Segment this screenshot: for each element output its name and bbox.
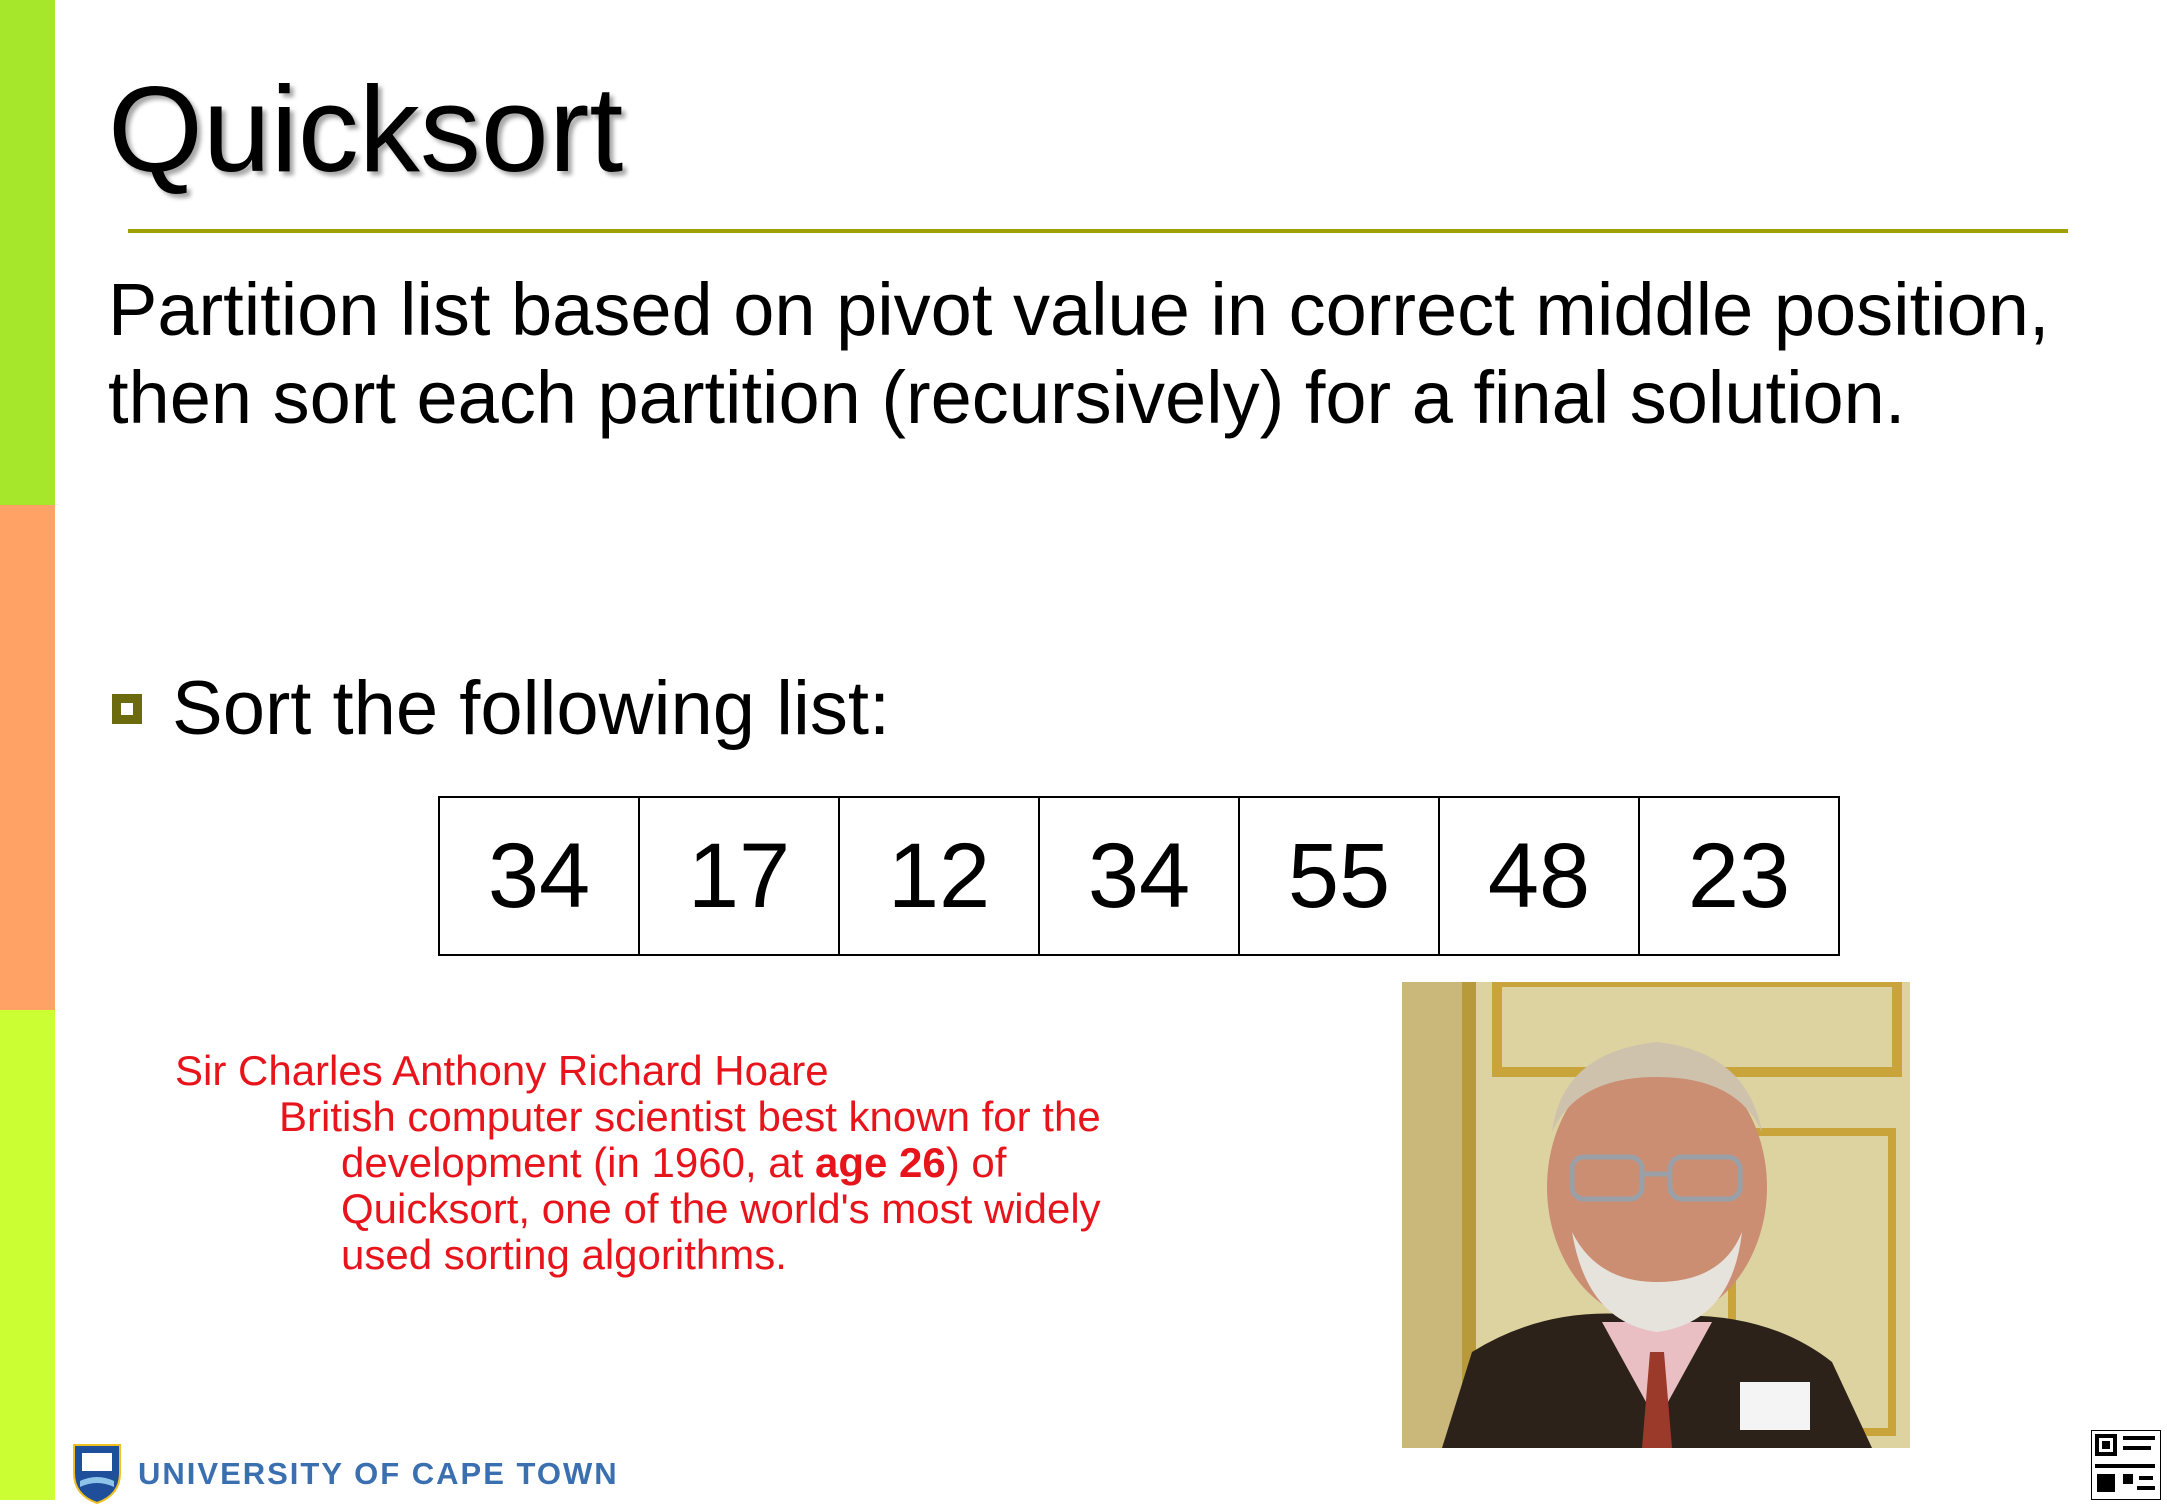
number-list: 34 17 12 34 55 48 23 <box>438 796 1840 956</box>
bio-emphasis: age 26 <box>814 1139 946 1186</box>
list-cell: 34 <box>1040 798 1240 954</box>
bio-name: Sir Charles Anthony Richard Hoare <box>175 1047 829 1094</box>
title-divider <box>128 229 2068 233</box>
bio-text-segment: development (in 1960, at <box>341 1139 815 1186</box>
bullet-text: Sort the following list: <box>172 666 891 751</box>
qr-code-icon <box>2090 1429 2162 1501</box>
list-cell: 12 <box>840 798 1040 954</box>
university-name: UNIVERSITY OF CAPE TOWN <box>138 1456 619 1491</box>
list-cell: 55 <box>1240 798 1440 954</box>
list-cell: 34 <box>440 798 640 954</box>
sidebar-band-green <box>0 0 55 505</box>
bullet-item: Sort the following list: <box>112 664 890 754</box>
portrait-photo <box>1402 982 1910 1448</box>
university-logo: UNIVERSITY OF CAPE TOWN <box>72 1443 619 1505</box>
list-cell: 17 <box>640 798 840 954</box>
bio-line: Quicksort, one of the world's most widel… <box>341 1185 1101 1232</box>
intro-paragraph: Partition list based on pivot value in c… <box>108 268 2050 439</box>
bio-line: British computer scientist best known fo… <box>279 1093 1101 1140</box>
slide-title: Quicksort <box>108 61 624 197</box>
sidebar-band-orange <box>0 505 55 1010</box>
sidebar-band-lime <box>0 1010 55 1500</box>
list-cell: 48 <box>1440 798 1640 954</box>
bio-text: Sir Charles Anthony Richard Hoare Britis… <box>175 1048 1101 1278</box>
crest-icon <box>73 1444 121 1505</box>
bio-text-segment: ) of <box>945 1139 1007 1186</box>
bio-line: development (in 1960, at age 26) of <box>175 1140 1101 1186</box>
list-cell: 23 <box>1687 824 1791 927</box>
square-bullet-icon <box>112 694 142 724</box>
bio-line: used sorting algorithms. <box>341 1231 787 1278</box>
